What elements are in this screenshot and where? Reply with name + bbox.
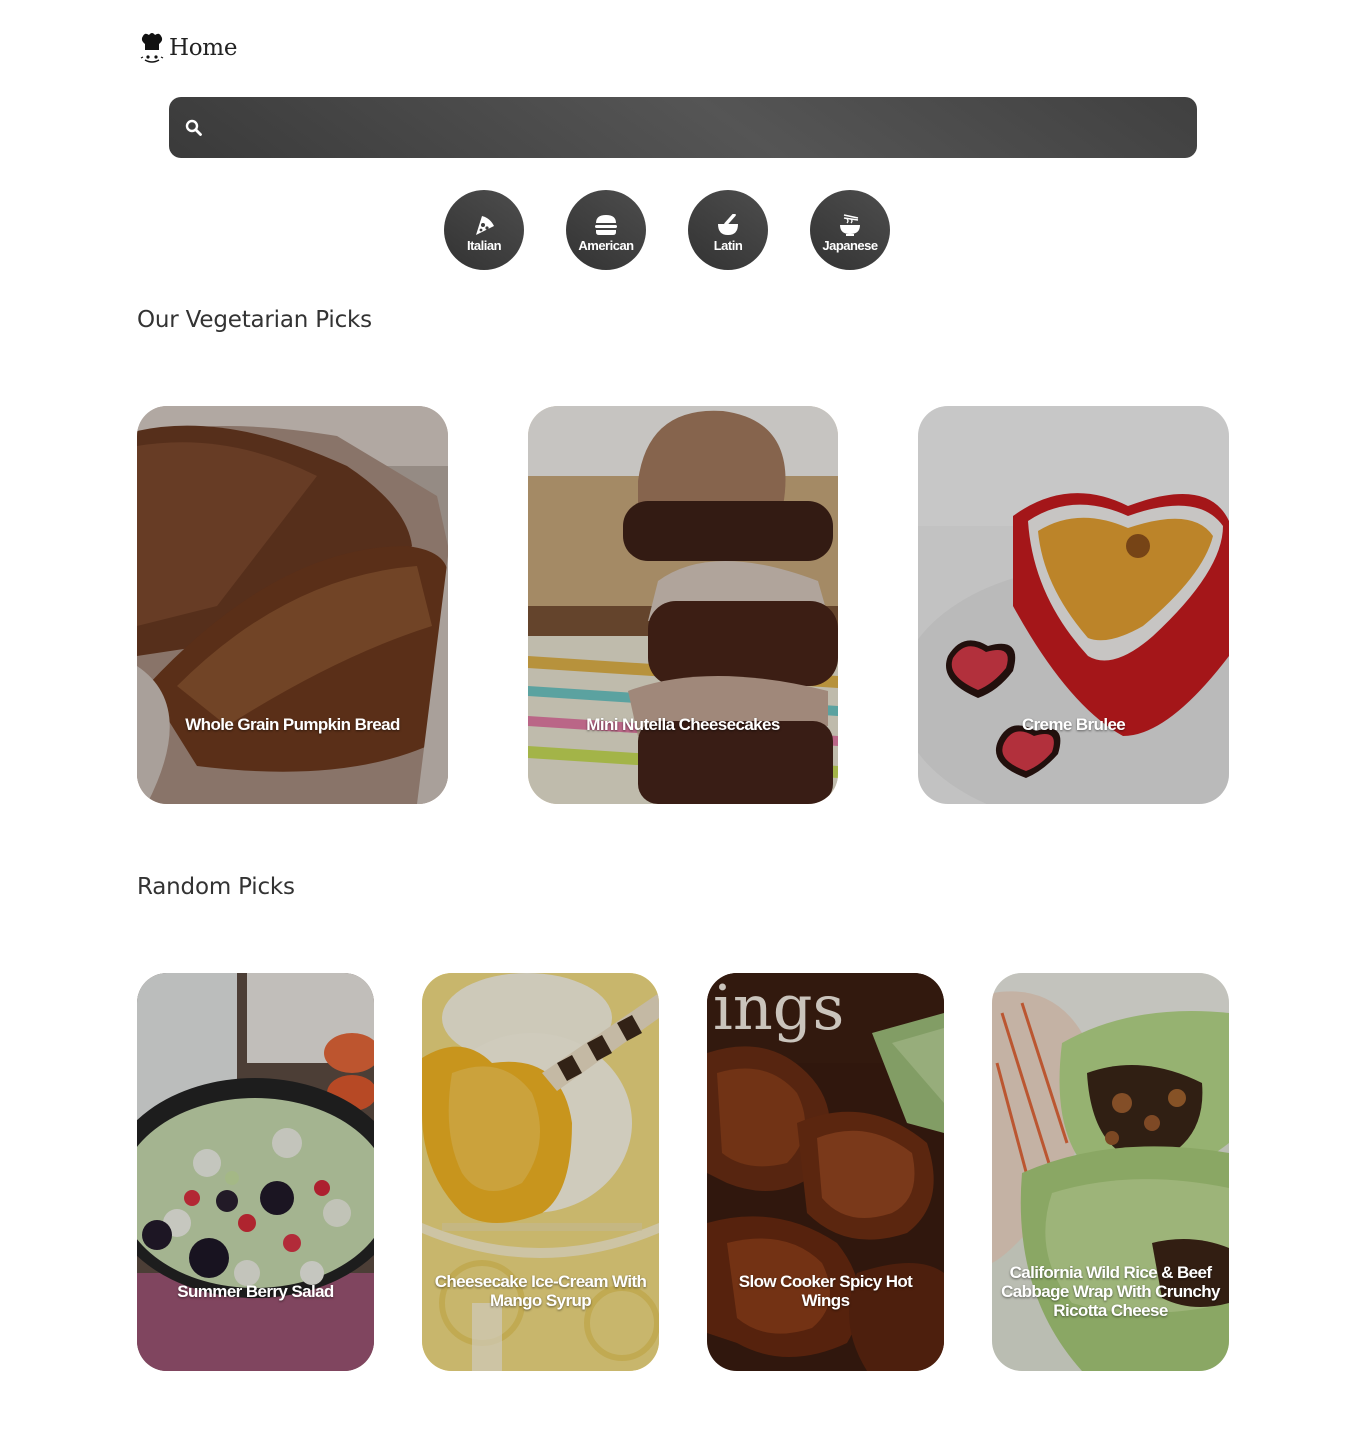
cuisine-label: Italian xyxy=(466,237,502,253)
image-overlay xyxy=(918,406,1229,804)
ramen-bowl-icon xyxy=(840,213,860,236)
recipe-title: Mini Nutella Cheesecakes xyxy=(586,715,780,734)
home-link[interactable]: Home xyxy=(139,32,237,64)
cuisine-latin-button[interactable]: Latin xyxy=(688,190,768,270)
recipe-card-hot-wings[interactable]: ings Slow Cooker Spicy Hot Wings xyxy=(707,973,944,1371)
recipe-card-creme-brulee[interactable]: Creme Brulee xyxy=(918,406,1229,804)
vegetarian-section-title: Our Vegetarian Picks xyxy=(137,307,372,333)
cuisine-label: Latin xyxy=(713,237,743,253)
search-icon[interactable] xyxy=(185,119,203,137)
pizza-icon xyxy=(476,215,494,235)
recipe-title: Creme Brulee xyxy=(1021,715,1126,734)
image-overlay xyxy=(137,973,374,1371)
cuisine-label: American xyxy=(578,237,634,253)
image-overlay xyxy=(528,406,838,804)
random-section-title: Random Picks xyxy=(137,874,295,900)
recipe-title: Cheesecake Ice-Cream With Mango Syrup xyxy=(434,1272,647,1310)
cuisine-japanese-button[interactable]: Japanese xyxy=(810,190,890,270)
cuisine-american-button[interactable]: American xyxy=(566,190,646,270)
recipe-card-nutella-cheesecakes[interactable]: Mini Nutella Cheesecakes xyxy=(528,406,838,804)
search-bar xyxy=(169,97,1197,158)
burger-icon xyxy=(595,214,617,235)
cuisine-italian-button[interactable]: Italian xyxy=(444,190,524,270)
recipe-title: California Wild Rice & Beef Cabbage Wrap… xyxy=(1001,1263,1220,1320)
recipe-title: Slow Cooker Spicy Hot Wings xyxy=(738,1272,913,1310)
image-overlay xyxy=(707,973,944,1371)
search-input[interactable] xyxy=(203,97,1197,158)
recipe-title: Summer Berry Salad xyxy=(177,1282,334,1301)
recipe-card-berry-salad[interactable]: Summer Berry Salad xyxy=(137,973,374,1371)
image-overlay xyxy=(422,973,659,1371)
chef-hat-icon xyxy=(140,33,164,63)
recipe-card-cheesecake-ice-cream[interactable]: Cheesecake Ice-Cream With Mango Syrup xyxy=(422,973,659,1371)
mortar-pestle-icon xyxy=(718,213,738,235)
home-label: Home xyxy=(169,35,238,61)
image-overlay xyxy=(137,406,448,804)
recipe-card-pumpkin-bread[interactable]: Whole Grain Pumpkin Bread xyxy=(137,406,448,804)
recipe-card-cabbage-wrap[interactable]: California Wild Rice & Beef Cabbage Wrap… xyxy=(992,973,1229,1371)
cuisine-list: Italian American Latin Japanese xyxy=(444,190,890,270)
recipe-title: Whole Grain Pumpkin Bread xyxy=(185,715,400,734)
cuisine-label: Japanese xyxy=(822,237,878,253)
